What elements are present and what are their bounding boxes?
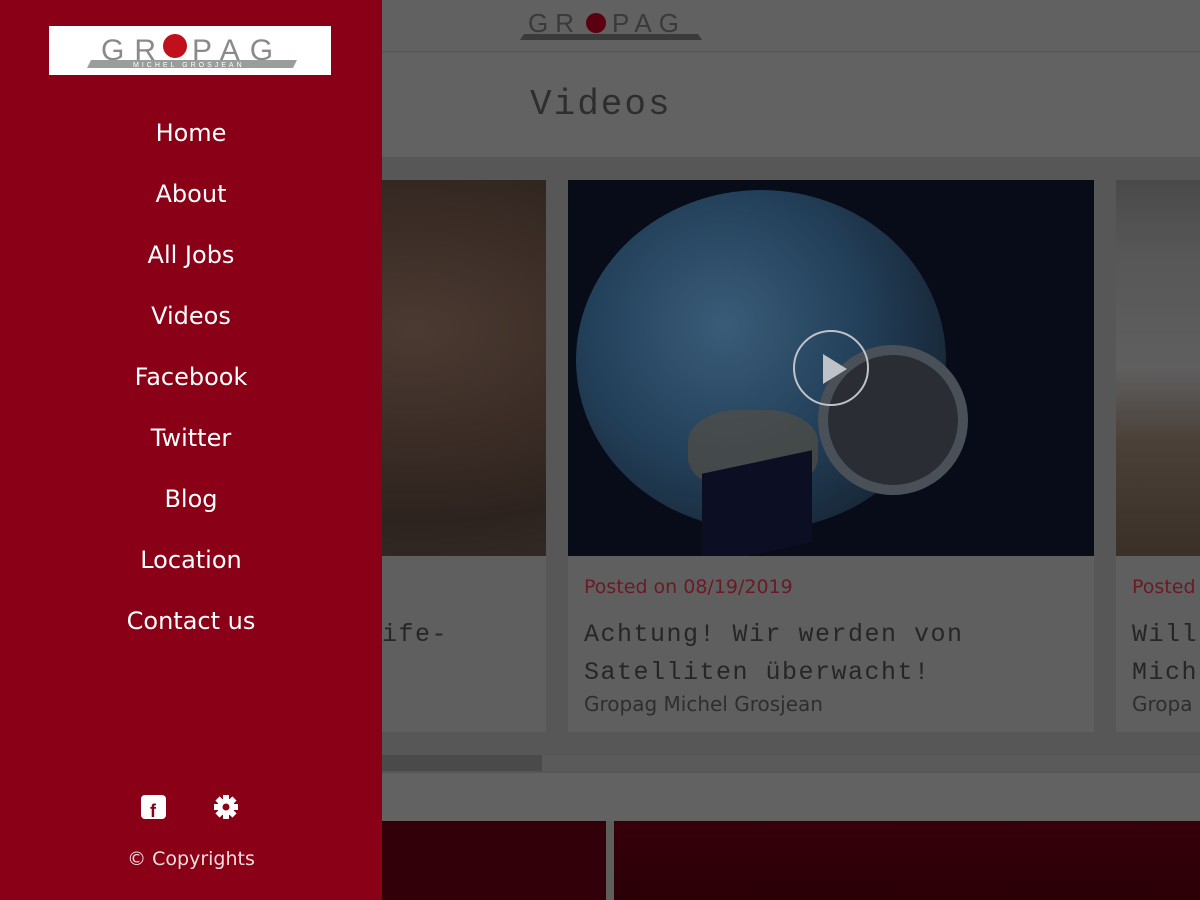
carousel-scrollbar-thumb[interactable]	[382, 755, 542, 771]
footer-panel	[614, 821, 1200, 900]
sidebar-menu: GR PAG MICHEL GROSJEAN Home About All Jo…	[0, 0, 382, 900]
svg-text:GR: GR	[528, 8, 581, 38]
svg-text:MICHEL GROSJEAN: MICHEL GROSJEAN	[133, 62, 245, 69]
sidebar-item-all-jobs[interactable]: All Jobs	[0, 234, 382, 295]
footer-panel	[382, 821, 606, 900]
play-icon	[823, 354, 847, 384]
header-logo[interactable]: GR PAG	[516, 6, 704, 42]
svg-text:f: f	[150, 801, 157, 821]
sidebar-logo[interactable]: GR PAG MICHEL GROSJEAN	[49, 26, 331, 75]
video-title[interactable]: Will Mich	[1132, 616, 1200, 692]
posted-date: Posted	[1132, 576, 1196, 598]
video-thumbnail[interactable]	[1116, 180, 1200, 556]
video-thumbnail[interactable]	[568, 180, 1094, 556]
play-button[interactable]	[793, 330, 869, 406]
sidebar-nav: Home About All Jobs Videos Facebook Twit…	[0, 112, 382, 661]
sidebar-item-videos[interactable]: Videos	[0, 295, 382, 356]
svg-text:PAG: PAG	[612, 8, 686, 38]
sidebar-item-twitter[interactable]: Twitter	[0, 417, 382, 478]
video-title[interactable]: Achtung! Wir werden von Satelliten überw…	[584, 616, 1084, 692]
facebook-icon[interactable]: f	[140, 793, 168, 821]
sidebar-item-home[interactable]: Home	[0, 112, 382, 173]
page-title: Videos	[530, 84, 672, 125]
video-card[interactable]: Posted Will Mich Gropa	[1116, 180, 1200, 732]
posted-date: Posted on 08/19/2019	[584, 576, 793, 598]
gear-icon[interactable]	[212, 793, 240, 821]
sidebar-item-location[interactable]: Location	[0, 539, 382, 600]
sidebar-item-contact-us[interactable]: Contact us	[0, 600, 382, 661]
sidebar-item-facebook[interactable]: Facebook	[0, 356, 382, 417]
sidebar-item-about[interactable]: About	[0, 173, 382, 234]
video-card[interactable]: Posted on 08/19/2019 Achtung! Wir werden…	[568, 180, 1094, 732]
copyright-text: © Copyrights	[127, 848, 255, 870]
video-author: Gropag Michel Grosjean	[584, 692, 823, 716]
sidebar-item-blog[interactable]: Blog	[0, 478, 382, 539]
video-author: Gropa	[1132, 692, 1193, 716]
